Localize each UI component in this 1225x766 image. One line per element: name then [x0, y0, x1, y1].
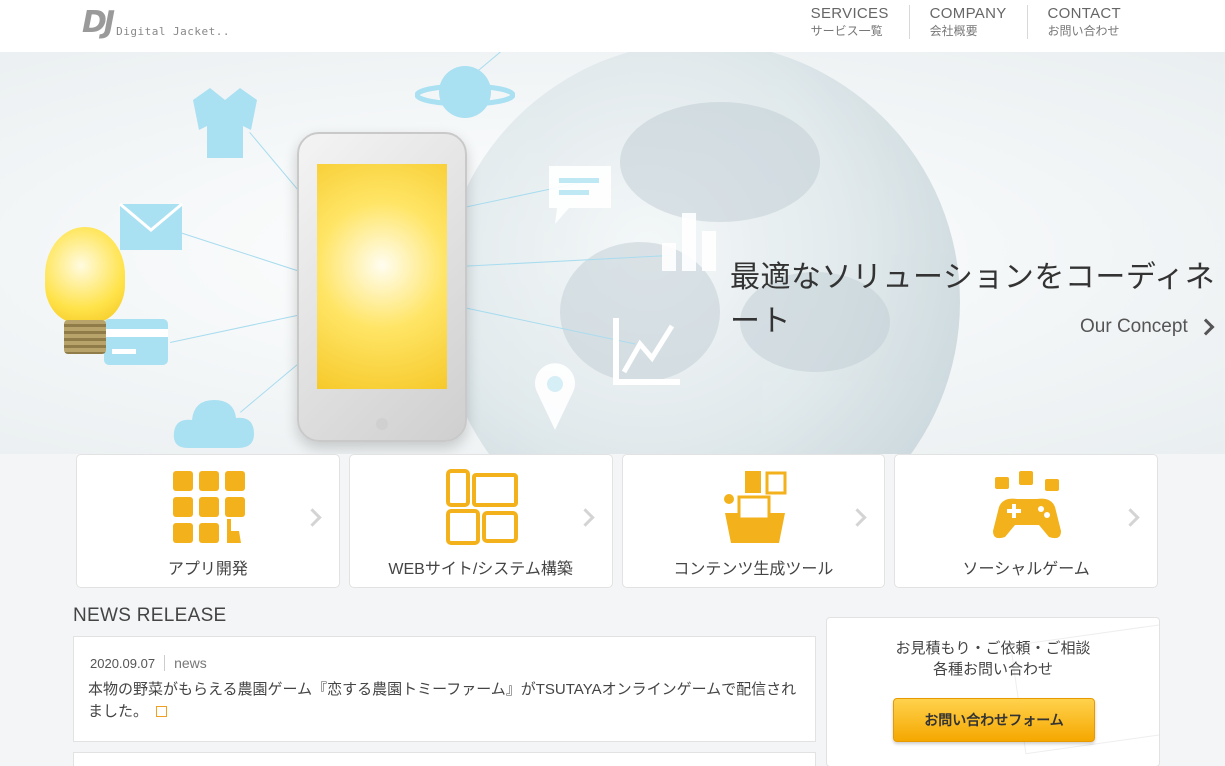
- news-category: news: [174, 655, 207, 671]
- phone-screen: [317, 164, 447, 389]
- news-body[interactable]: 本物の野菜がもらえる農園ゲーム『恋する農園トミーファーム』がTSUTAYAオンラ…: [88, 679, 800, 723]
- service-card-content-label: コンテンツ生成ツール: [673, 561, 834, 578]
- nav-services[interactable]: SERVICES サービス一覧: [791, 5, 909, 39]
- lightbulb-icon: [45, 227, 125, 323]
- service-card-web-label: WEBサイト/システム構築: [388, 561, 573, 578]
- cloud-icon: [173, 400, 254, 448]
- site-header: DJ Digital Jacket.. SERVICES サービス一覧 COMP…: [0, 0, 1225, 52]
- service-card-web[interactable]: WEBサイト/システム構築: [348, 454, 613, 588]
- service-cards: アプリ開発 WEBサイト/システム構築 コンテンツ生成ツール ソーシャルゲーム: [76, 454, 1158, 588]
- external-link-icon: [156, 706, 168, 717]
- bar-chart-icon: [662, 213, 716, 271]
- nav-contact-label: CONTACT: [1047, 5, 1121, 22]
- devices-icon: [445, 469, 518, 545]
- hero-banner: 最適なソリューションをコーディネート Our Concept: [0, 52, 1225, 454]
- map-pin-icon: [535, 363, 575, 430]
- smartphone-icon: [297, 132, 467, 442]
- nav-services-sublabel: サービス一覧: [810, 24, 883, 38]
- line-chart-icon: [613, 318, 680, 385]
- gamepad-icon: [993, 471, 1062, 539]
- chevron-right-icon: [848, 508, 867, 527]
- content-basket-icon: [723, 471, 786, 543]
- logo-mark: DJ: [82, 5, 115, 40]
- contact-box: お見積もり・ご依頼・ご相談 各種お問い合わせ お問い合わせフォーム: [826, 617, 1160, 766]
- news-text: 本物の野菜がもらえる農園ゲーム『恋する農園トミーファーム』がTSUTAYAオンラ…: [88, 681, 797, 720]
- nav-services-label: SERVICES: [810, 5, 889, 22]
- service-card-app[interactable]: アプリ開発: [76, 454, 340, 588]
- service-card-app-label: アプリ開発: [167, 561, 248, 578]
- service-card-game-label: ソーシャルゲーム: [962, 561, 1090, 578]
- logo[interactable]: DJ Digital Jacket..: [82, 5, 231, 40]
- logo-text: Digital Jacket..: [116, 25, 231, 38]
- news-section-title: NEWS RELEASE: [73, 605, 227, 626]
- contact-text: お見積もり・ご依頼・ご相談 各種お問い合わせ: [827, 638, 1159, 680]
- our-concept-label: Our Concept: [1080, 316, 1188, 337]
- nav-company-sublabel: 会社概要: [929, 24, 978, 38]
- jacket-icon: [193, 88, 257, 158]
- chevron-right-icon: [1121, 508, 1140, 527]
- main-nav: SERVICES サービス一覧 COMPANY 会社概要 CONTACT お問い…: [791, 5, 1141, 39]
- mail-icon: [119, 202, 183, 250]
- nav-company-label: COMPANY: [929, 5, 1007, 22]
- news-divider: [164, 655, 166, 671]
- news-date: 2020.09.07: [90, 655, 156, 671]
- chevron-right-icon: [1197, 318, 1215, 336]
- news-item[interactable]: [73, 752, 816, 766]
- service-card-game[interactable]: ソーシャルゲーム: [894, 454, 1158, 588]
- phone-home-button: [376, 418, 388, 430]
- contact-line-2: 各種お問い合わせ: [932, 661, 1053, 678]
- nav-contact-sublabel: お問い合わせ: [1047, 24, 1120, 38]
- news-item[interactable]: 2020.09.07 news 本物の野菜がもらえる農園ゲーム『恋する農園トミー…: [73, 636, 816, 742]
- lightbulb-base: [64, 320, 106, 354]
- chevron-right-icon: [575, 508, 595, 527]
- credit-card-icon: [104, 319, 168, 365]
- app-grid-icon: [173, 471, 245, 543]
- contact-line-1: お見積もり・ご依頼・ご相談: [895, 640, 1091, 657]
- contact-form-button[interactable]: お問い合わせフォーム: [893, 698, 1095, 742]
- chat-icon: [549, 166, 611, 224]
- news-meta: 2020.09.07 news: [90, 655, 207, 671]
- service-card-content[interactable]: コンテンツ生成ツール: [621, 454, 886, 588]
- nav-contact[interactable]: CONTACT お問い合わせ: [1026, 5, 1141, 39]
- our-concept-link[interactable]: Our Concept: [1080, 316, 1215, 338]
- planet-icon: [415, 66, 515, 118]
- nav-company[interactable]: COMPANY 会社概要: [908, 5, 1027, 39]
- chevron-right-icon: [303, 508, 322, 527]
